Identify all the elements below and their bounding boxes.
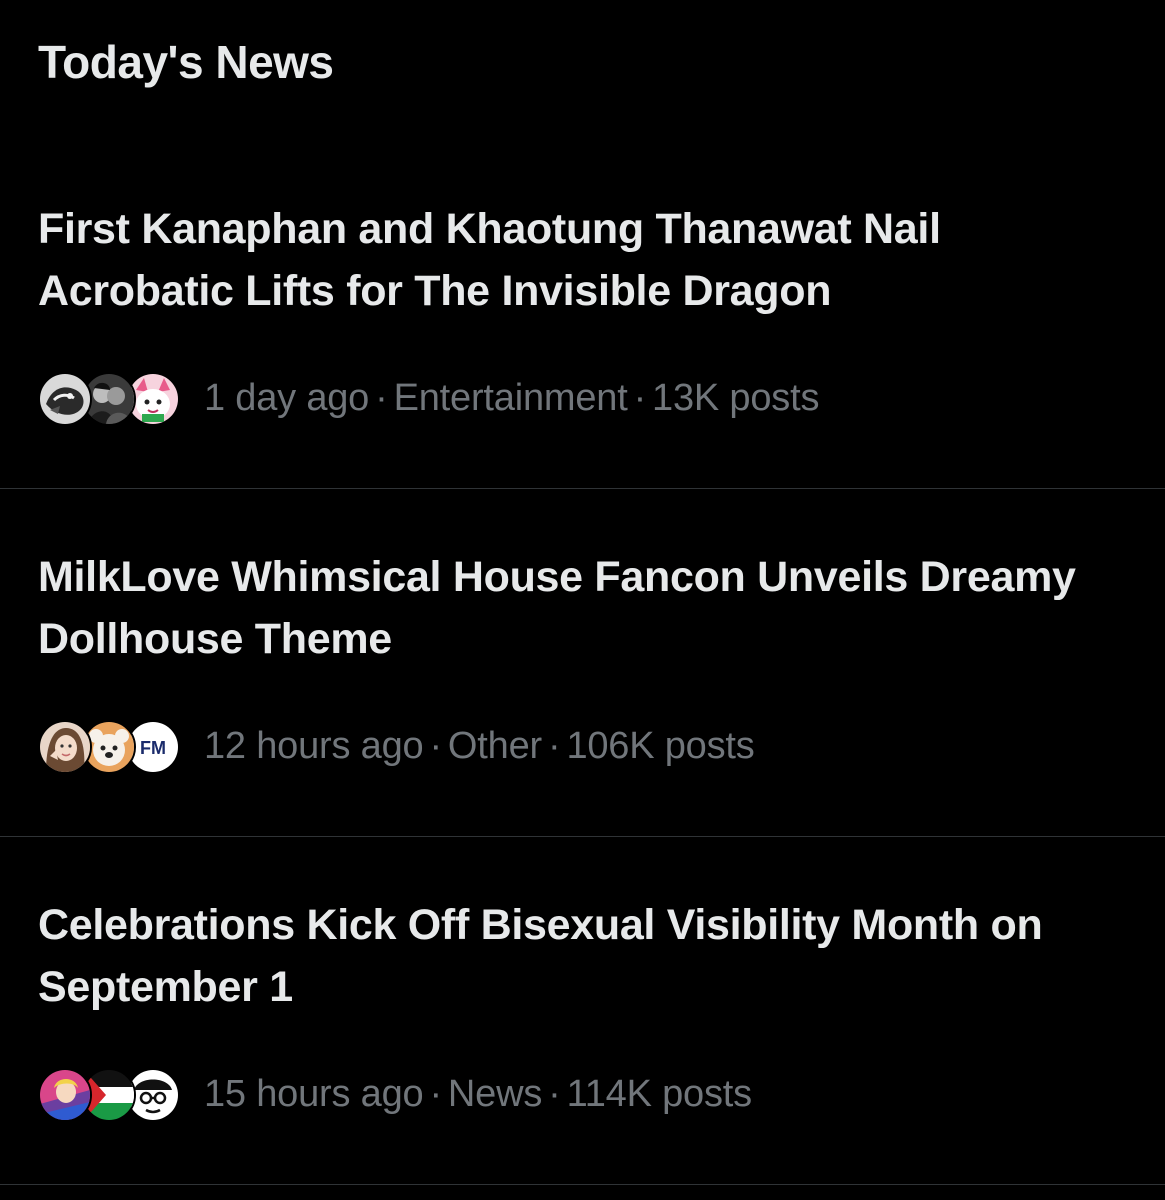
news-item[interactable]: MilkLove Whimsical House Fancon Unveils … xyxy=(0,538,1165,836)
todays-news-panel: Today's News First Kanaphan and Khaotung… xyxy=(0,0,1165,1200)
news-time: 15 hours ago xyxy=(204,1072,424,1115)
news-headline[interactable]: First Kanaphan and Khaotung Thanawat Nai… xyxy=(38,198,1125,322)
avatar-stack xyxy=(38,370,180,426)
divider xyxy=(0,488,1165,489)
meta-separator: · xyxy=(429,1072,442,1115)
news-category[interactable]: News xyxy=(448,1073,542,1115)
news-meta-text: 1 day ago · Entertainment · 13K posts xyxy=(204,377,819,420)
avatar-stack: FM xyxy=(38,718,180,774)
meta-separator: · xyxy=(375,376,388,419)
news-headline[interactable]: MilkLove Whimsical House Fancon Unveils … xyxy=(38,546,1125,670)
person-photo-avatar xyxy=(38,720,92,774)
fm-logo-text: FM xyxy=(140,738,166,758)
news-item[interactable]: First Kanaphan and Khaotung Thanawat Nai… xyxy=(0,190,1165,488)
news-meta: 1 day ago · Entertainment · 13K posts xyxy=(38,370,819,426)
dragon-art-avatar xyxy=(38,372,92,426)
avatar-stack xyxy=(38,1066,180,1122)
news-post-count: 13K posts xyxy=(652,376,820,419)
news-meta: 15 hours ago · News · 114K posts xyxy=(38,1066,752,1122)
colorful-illustration-avatar xyxy=(38,1068,92,1122)
meta-separator: · xyxy=(548,1072,561,1115)
divider xyxy=(0,1184,1165,1185)
news-time: 1 day ago xyxy=(204,376,370,419)
news-post-count: 106K posts xyxy=(566,724,755,767)
news-meta-text: 12 hours ago · Other · 106K posts xyxy=(204,725,755,768)
news-item[interactable]: Celebrations Kick Off Bisexual Visibilit… xyxy=(0,886,1165,1184)
news-meta-text: 15 hours ago · News · 114K posts xyxy=(204,1073,752,1116)
news-category[interactable]: Other xyxy=(448,725,542,767)
section-title: Today's News xyxy=(38,36,334,88)
news-post-count: 114K posts xyxy=(566,1072,753,1115)
news-headline[interactable]: Celebrations Kick Off Bisexual Visibilit… xyxy=(38,894,1125,1018)
meta-separator: · xyxy=(633,376,647,419)
meta-separator: · xyxy=(547,724,561,767)
news-category[interactable]: Entertainment xyxy=(394,377,628,419)
divider xyxy=(0,836,1165,837)
meta-separator: · xyxy=(429,724,442,767)
news-meta: FM 12 hours ago · Other · 106K posts xyxy=(38,718,755,774)
news-time: 12 hours ago xyxy=(204,724,424,767)
